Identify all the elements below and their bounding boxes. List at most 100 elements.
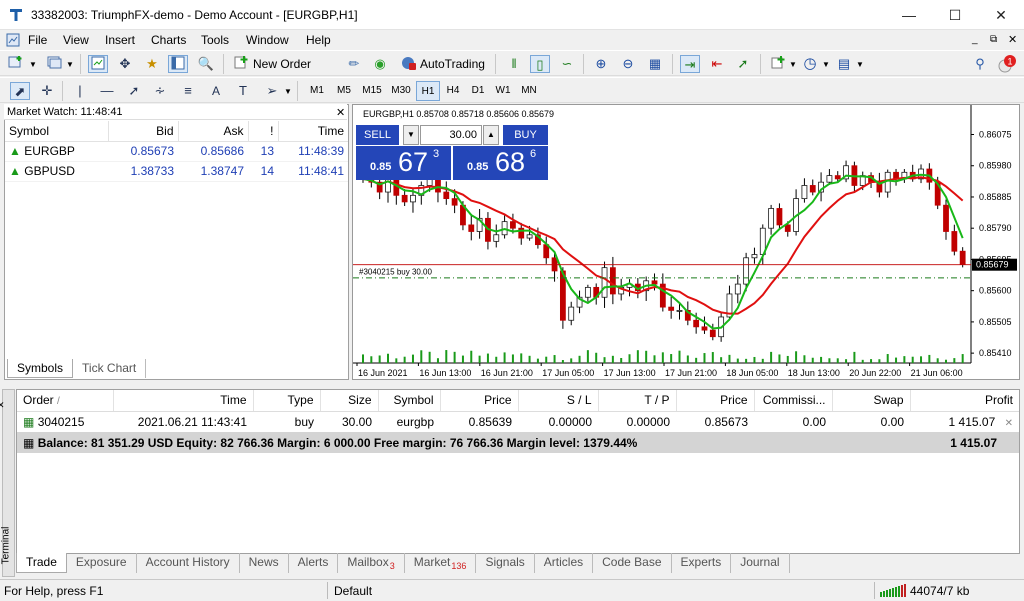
order-row[interactable]: ▦ 3040215 2021.06.21 11:43:41 buy 30.00 … — [17, 411, 1019, 432]
trendline-icon[interactable]: ➚ — [124, 82, 144, 100]
fibonacci-icon[interactable]: ≡ — [178, 82, 198, 100]
navigator-icon[interactable]: ✥ — [115, 55, 135, 73]
volume-input[interactable]: 30.00 — [420, 125, 482, 145]
market-watch-toggle-icon[interactable] — [88, 55, 108, 73]
tab-trade[interactable]: Trade — [16, 553, 67, 574]
new-order-icon[interactable] — [231, 55, 251, 73]
col-type[interactable]: Type — [253, 390, 321, 412]
timeframe-d1[interactable]: D1 — [466, 81, 490, 101]
col-swap[interactable]: Swap — [832, 390, 911, 412]
chevron-down-icon[interactable]: ▼ — [822, 60, 830, 69]
templates-icon[interactable]: ▤ — [834, 55, 854, 73]
text-tool-icon[interactable]: A — [206, 82, 226, 100]
maximize-button[interactable]: ☐ — [932, 0, 978, 30]
sell-button[interactable]: SELL — [356, 125, 399, 145]
menu-charts[interactable]: Charts — [151, 33, 186, 47]
col-order[interactable]: Order / — [17, 390, 114, 412]
chevron-down-icon[interactable]: ▼ — [284, 87, 292, 96]
col-time[interactable]: Time — [113, 390, 254, 412]
col-price[interactable]: Price — [440, 390, 519, 412]
mdi-close-button[interactable]: ✕ — [1008, 33, 1017, 46]
zoom-in-icon[interactable]: ⊕ — [591, 55, 611, 73]
tab-market[interactable]: Market136 — [405, 553, 477, 574]
tab-news[interactable]: News — [240, 553, 289, 574]
tab-experts[interactable]: Experts — [672, 553, 732, 574]
tab-mailbox[interactable]: Mailbox3 — [338, 553, 405, 574]
col-bid[interactable]: Bid — [108, 121, 179, 142]
tab-exposure[interactable]: Exposure — [67, 553, 137, 574]
signals-icon[interactable]: ◉ — [370, 55, 390, 73]
timeframe-w1[interactable]: W1 — [491, 81, 515, 101]
col-symbol[interactable]: Symbol — [378, 390, 441, 412]
bar-chart-icon[interactable]: ‖ — [504, 55, 524, 73]
close-order-icon[interactable]: ✕ — [1005, 418, 1013, 429]
strategy-tester-icon[interactable]: 🔍 — [196, 55, 216, 73]
menu-file[interactable]: File — [28, 33, 47, 47]
tab-alerts[interactable]: Alerts — [289, 553, 339, 574]
menu-insert[interactable]: Insert — [105, 33, 135, 47]
col-spread[interactable]: ! — [248, 121, 279, 142]
favorites-icon[interactable]: ★ — [142, 55, 162, 73]
autotrading-icon[interactable] — [398, 55, 418, 73]
zoom-out-icon[interactable]: ⊖ — [618, 55, 638, 73]
terminal-toggle-icon[interactable] — [168, 55, 188, 73]
chevron-down-icon[interactable]: ▼ — [29, 60, 37, 69]
col-time[interactable]: Time — [278, 121, 348, 142]
timeframe-m30[interactable]: M30 — [387, 81, 415, 101]
metaeditor-icon[interactable]: ✏ — [344, 55, 364, 73]
chart-shift-icon[interactable]: ⇤ — [707, 55, 727, 73]
timeframe-mn[interactable]: MN — [516, 81, 542, 101]
sell-price-button[interactable]: 0.85 67 3 — [356, 146, 451, 180]
volume-up-icon[interactable]: ▲ — [483, 125, 499, 145]
search-icon[interactable]: ⚲ — [970, 55, 990, 73]
candlesticks-icon[interactable]: ▯ — [530, 55, 550, 73]
buy-button[interactable]: BUY — [503, 125, 548, 145]
menu-view[interactable]: View — [63, 33, 89, 47]
minimize-button[interactable]: — — [886, 0, 932, 30]
timeframe-h1[interactable]: H1 — [416, 81, 440, 101]
timeframe-h4[interactable]: H4 — [441, 81, 465, 101]
col-tp[interactable]: T / P — [598, 390, 677, 412]
crosshair-icon[interactable]: ✛ — [37, 82, 57, 100]
tile-windows-icon[interactable]: ▦ — [645, 55, 665, 73]
market-watch-row[interactable]: ▲ GBPUSD 1.38733 1.38747 14 11:48:41 — [5, 161, 348, 182]
timeframe-m15[interactable]: M15 — [358, 81, 386, 101]
chart-grid-icon[interactable]: ➚ — [733, 55, 753, 73]
volume-down-icon[interactable]: ▼ — [403, 125, 419, 145]
chevron-down-icon[interactable]: ▼ — [789, 60, 797, 69]
mdi-restore-button[interactable]: ⧉ — [990, 34, 997, 45]
tab-code-base[interactable]: Code Base — [593, 553, 672, 574]
autoscroll-icon[interactable]: ⇥ — [680, 55, 700, 73]
vertical-line-icon[interactable]: | — [70, 82, 90, 100]
market-watch-row[interactable]: ▲ EURGBP 0.85673 0.85686 13 11:48:39 — [5, 141, 348, 162]
tab-tick-chart[interactable]: Tick Chart — [73, 359, 147, 378]
profiles-icon[interactable] — [44, 55, 64, 73]
cursor-icon[interactable]: ⬈ — [10, 82, 30, 100]
menu-tools[interactable]: Tools — [201, 33, 229, 47]
new-order-button[interactable]: New Order — [253, 57, 311, 71]
tab-journal[interactable]: Journal — [731, 553, 790, 574]
close-icon[interactable]: ✕ — [0, 400, 5, 411]
menu-help[interactable]: Help — [306, 33, 331, 47]
indicators-icon[interactable] — [768, 55, 788, 73]
col-size[interactable]: Size — [320, 390, 379, 412]
notification-icon[interactable]: 1 — [996, 53, 1018, 75]
arrows-icon[interactable]: ➢ — [262, 82, 282, 100]
col-sl[interactable]: S / L — [518, 390, 599, 412]
equidistant-channel-icon[interactable]: ∻ — [150, 82, 170, 100]
new-chart-icon[interactable] — [6, 55, 26, 73]
chevron-down-icon[interactable]: ▼ — [856, 60, 864, 69]
close-icon[interactable]: ✕ — [336, 106, 345, 119]
tab-symbols[interactable]: Symbols — [7, 359, 74, 378]
tab-account-history[interactable]: Account History — [137, 553, 240, 574]
col-ask[interactable]: Ask — [178, 121, 249, 142]
text-label-icon[interactable]: T — [233, 82, 253, 100]
timeframe-m5[interactable]: M5 — [331, 81, 357, 101]
autotrading-button[interactable]: AutoTrading — [420, 57, 485, 71]
horizontal-line-icon[interactable]: — — [97, 82, 117, 100]
col-current-price[interactable]: Price — [676, 390, 755, 412]
mdi-minimize-button[interactable]: _ — [972, 34, 978, 45]
col-profit[interactable]: Profit — [910, 390, 1019, 412]
chevron-down-icon[interactable]: ▼ — [66, 60, 74, 69]
menu-window[interactable]: Window — [246, 33, 289, 47]
